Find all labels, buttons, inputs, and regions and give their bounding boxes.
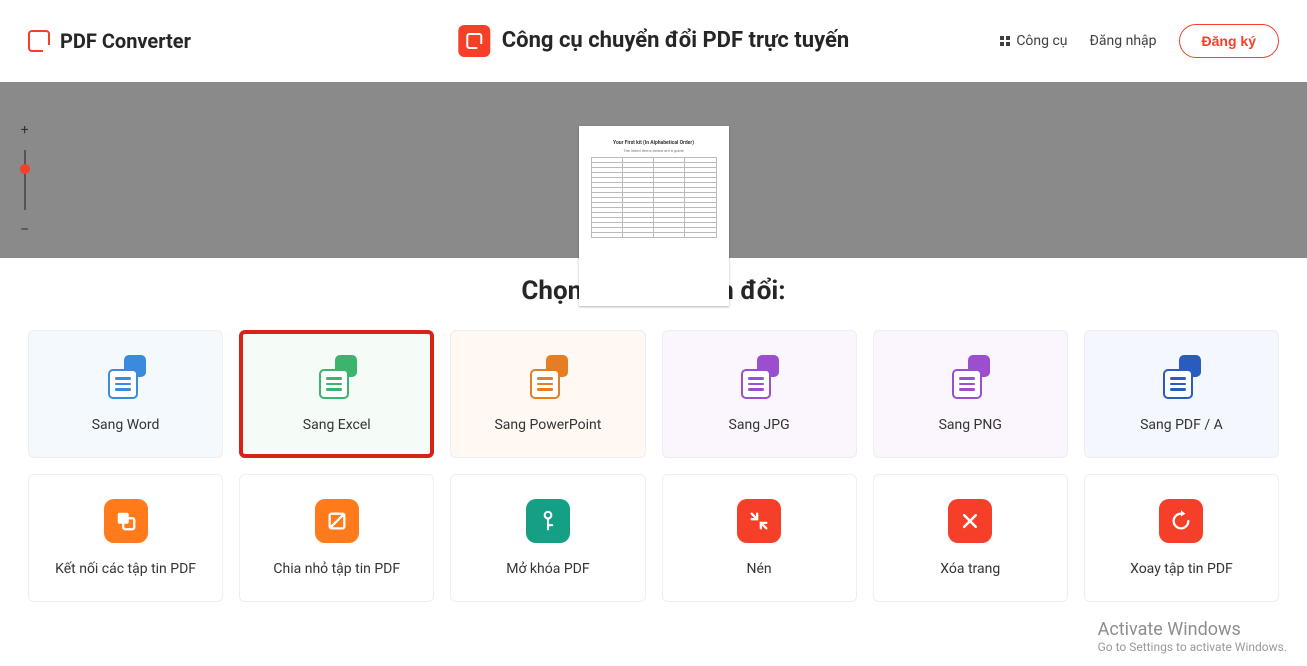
tool-card-merge[interactable]: Kết nối các tập tin PDF <box>28 474 223 602</box>
page-title: Công cụ chuyển đổi PDF trực tuyến <box>502 27 849 56</box>
watermark-sub: Go to Settings to activate Windows. <box>1098 640 1287 654</box>
converter-card-pdfa[interactable]: Sang PDF / A <box>1084 330 1279 458</box>
page-title-block: Công cụ chuyển đổi PDF trực tuyến <box>458 25 849 57</box>
zoom-slider[interactable] <box>24 150 26 210</box>
converter-section: Chọn trình chuyển đổi: Sang WordSang Exc… <box>0 258 1307 602</box>
tool-label: Xóa trang <box>940 561 1000 577</box>
tool-card-compress[interactable]: Nén <box>662 474 857 602</box>
header-nav: Công cụ Đăng nhập Đăng ký <box>1000 24 1279 58</box>
tool-label: Chia nhỏ tập tin PDF <box>273 561 400 577</box>
file-png-icon <box>948 355 992 399</box>
tool-label: Kết nối các tập tin PDF <box>55 561 196 577</box>
converter-card-jpg[interactable]: Sang JPG <box>662 330 857 458</box>
tool-label: Mở khóa PDF <box>506 561 589 577</box>
converter-card-word[interactable]: Sang Word <box>28 330 223 458</box>
nav-tools[interactable]: Công cụ <box>1000 33 1067 49</box>
signup-button[interactable]: Đăng ký <box>1179 24 1279 58</box>
converter-card-excel[interactable]: Sang Excel <box>239 330 434 458</box>
converter-grid-row1: Sang Word Sang Excel Sang PowerPoint Sang J… <box>28 330 1279 458</box>
nav-login[interactable]: Đăng nhập <box>1090 33 1157 49</box>
zoom-in-button[interactable]: + <box>21 122 29 138</box>
file-jpg-icon <box>737 355 781 399</box>
brand-name: PDF Converter <box>60 29 191 53</box>
converter-label: Sang Word <box>92 417 160 433</box>
split-icon <box>315 499 359 543</box>
windows-watermark: Activate Windows Go to Settings to activ… <box>1098 619 1287 654</box>
converter-label: Sang Excel <box>303 417 371 433</box>
nav-tools-label: Công cụ <box>1016 33 1067 49</box>
rotate-icon <box>1159 499 1203 543</box>
doc-table <box>591 157 717 238</box>
document-thumbnail[interactable]: Your First kit (In Alphabetical Order) T… <box>579 126 729 306</box>
file-pdfa-icon <box>1159 355 1203 399</box>
zoom-control: + – <box>20 122 29 238</box>
converter-label: Sang PowerPoint <box>494 417 601 433</box>
converter-label: Sang JPG <box>729 417 790 433</box>
file-excel-icon <box>315 355 359 399</box>
converter-label: Sang PNG <box>939 417 1002 433</box>
converter-label: Sang PDF / A <box>1140 417 1223 433</box>
doc-heading: Your First kit (In Alphabetical Order) <box>591 140 717 146</box>
brand-logo-icon <box>28 30 50 52</box>
tool-label: Xoay tập tin PDF <box>1130 561 1233 577</box>
file-ppt-icon <box>526 355 570 399</box>
merge-icon <box>104 499 148 543</box>
zoom-out-button[interactable]: – <box>20 222 29 238</box>
tool-card-delete[interactable]: Xóa trang <box>873 474 1068 602</box>
compress-icon <box>737 499 781 543</box>
tool-card-rotate[interactable]: Xoay tập tin PDF <box>1084 474 1279 602</box>
app-logo-icon <box>458 25 490 57</box>
tool-card-unlock[interactable]: Mở khóa PDF <box>450 474 645 602</box>
header: PDF Converter Công cụ chuyển đổi PDF trự… <box>0 0 1307 82</box>
file-word-icon <box>104 355 148 399</box>
doc-subheading: The listed items below are a guide <box>591 148 717 153</box>
nav-login-label: Đăng nhập <box>1090 33 1157 49</box>
document-preview-area: + – Your First kit (In Alphabetical Orde… <box>0 82 1307 258</box>
converter-grid-row2: Kết nối các tập tin PDF Chia nhỏ tập tin … <box>28 474 1279 602</box>
converter-card-png[interactable]: Sang PNG <box>873 330 1068 458</box>
key-icon <box>526 499 570 543</box>
close-icon <box>948 499 992 543</box>
tool-card-split[interactable]: Chia nhỏ tập tin PDF <box>239 474 434 602</box>
tool-label: Nén <box>747 561 772 577</box>
grid-icon <box>1000 36 1010 46</box>
watermark-title: Activate Windows <box>1098 619 1287 640</box>
brand[interactable]: PDF Converter <box>28 29 191 53</box>
zoom-handle[interactable] <box>20 164 30 174</box>
converter-card-ppt[interactable]: Sang PowerPoint <box>450 330 645 458</box>
